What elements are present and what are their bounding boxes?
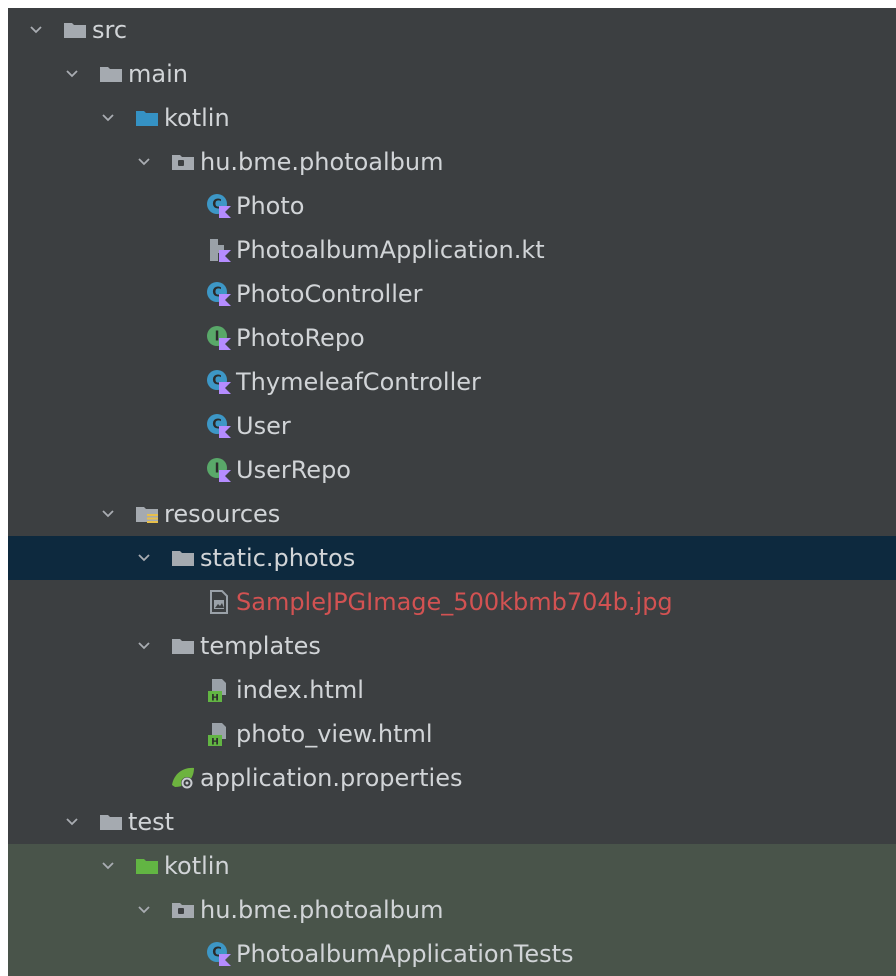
svg-text:I: I [215, 330, 220, 345]
tree-item-label: UserRepo [236, 456, 351, 484]
svg-text:H: H [211, 738, 219, 748]
folder-icon [170, 633, 196, 659]
tree-row-resources[interactable]: resources [8, 492, 896, 536]
tree-row-userrepo[interactable]: I UserRepo [8, 448, 896, 492]
expand-chevron[interactable] [134, 140, 154, 184]
project-tree-panel: src main kotlin hu.bme.photoalbum C Phot… [8, 8, 896, 976]
kotlin-class-icon: C [206, 281, 232, 307]
tree-item-label: index.html [236, 676, 364, 704]
tree-item-label: SampleJPGImage_500kbmb704b.jpg [236, 588, 673, 616]
expand-chevron[interactable] [26, 8, 46, 52]
expand-chevron[interactable] [98, 96, 118, 140]
tree-item-label: hu.bme.photoalbum [200, 148, 444, 176]
tree-item-label: src [92, 16, 128, 44]
tree-row-templates[interactable]: templates [8, 624, 896, 668]
expand-chevron[interactable] [134, 624, 154, 668]
tree-item-label: photo_view.html [236, 720, 433, 748]
tree-item-label: ThymeleafController [236, 368, 481, 396]
tree-item-label: resources [164, 500, 281, 528]
tree-row-thymeleafcontroller[interactable]: C ThymeleafController [8, 360, 896, 404]
package-icon [170, 149, 196, 175]
tree-row-index-html[interactable]: H index.html [8, 668, 896, 712]
tree-row-samplejpgimage-500kbmb704b-jpg[interactable]: SampleJPGImage_500kbmb704b.jpg [8, 580, 896, 624]
chevron-down-icon [138, 158, 150, 166]
tree-row-user[interactable]: C User [8, 404, 896, 448]
kotlin-class-icon: C [206, 193, 232, 219]
tree-row-test[interactable]: test [8, 800, 896, 844]
kotlin-interface-icon: I [206, 457, 232, 483]
expand-chevron[interactable] [98, 844, 118, 888]
expand-chevron[interactable] [62, 800, 82, 844]
tree-row-kotlin[interactable]: kotlin [8, 96, 896, 140]
tree-item-label: Photo [236, 192, 305, 220]
kotlin-class-icon: C [206, 941, 232, 967]
spring-properties-icon [170, 765, 196, 791]
tree-row-photo-view-html[interactable]: H photo_view.html [8, 712, 896, 756]
folder-icon [98, 809, 124, 835]
chevron-down-icon [138, 642, 150, 650]
tree-row-photoalbumapplication-kt[interactable]: PhotoalbumApplication.kt [8, 228, 896, 272]
tree-item-label: test [128, 808, 175, 836]
kotlin-class-icon: C [206, 369, 232, 395]
tree-row-hu-bme-photoalbum[interactable]: hu.bme.photoalbum [8, 888, 896, 932]
tree-row-photocontroller[interactable]: C PhotoController [8, 272, 896, 316]
chevron-down-icon [102, 114, 114, 122]
chevron-down-icon [66, 70, 78, 78]
tree-item-label: static.photos [200, 544, 356, 572]
tree-row-hu-bme-photoalbum[interactable]: hu.bme.photoalbum [8, 140, 896, 184]
svg-text:H: H [211, 694, 219, 704]
source-folder-icon [134, 105, 160, 131]
kotlin-class-icon: C [206, 413, 232, 439]
tree-item-label: PhotoController [236, 280, 423, 308]
package-icon [170, 897, 196, 923]
tree-item-label: PhotoalbumApplication.kt [236, 236, 545, 264]
image-file-icon [206, 589, 232, 615]
tree-item-label: PhotoRepo [236, 324, 365, 352]
kotlin-file-icon [206, 237, 232, 263]
expand-chevron[interactable] [134, 888, 154, 932]
resources-folder-icon [134, 501, 160, 527]
tree-item-label: templates [200, 632, 321, 660]
html-file-icon: H [206, 721, 232, 747]
tree-row-src[interactable]: src [8, 8, 896, 52]
tree-row-main[interactable]: main [8, 52, 896, 96]
tree-item-label: kotlin [164, 104, 230, 132]
tree-item-label: PhotoalbumApplicationTests [236, 940, 574, 968]
tree-item-label: application.properties [200, 764, 463, 792]
folder-icon [98, 61, 124, 87]
folder-icon [170, 545, 196, 571]
expand-chevron[interactable] [134, 536, 154, 580]
test-folder-icon [134, 853, 160, 879]
tree-row-static-photos[interactable]: static.photos [8, 536, 896, 580]
expand-chevron[interactable] [98, 492, 118, 536]
tree-item-label: hu.bme.photoalbum [200, 896, 444, 924]
chevron-down-icon [30, 26, 42, 34]
tree-row-photo[interactable]: C Photo [8, 184, 896, 228]
tree-row-application-properties[interactable]: application.properties [8, 756, 896, 800]
html-file-icon: H [206, 677, 232, 703]
expand-chevron[interactable] [62, 52, 82, 96]
tree-item-label: kotlin [164, 852, 230, 880]
chevron-down-icon [66, 818, 78, 826]
tree-item-label: main [128, 60, 188, 88]
folder-icon [62, 17, 88, 43]
chevron-down-icon [138, 906, 150, 914]
chevron-down-icon [102, 862, 114, 870]
chevron-down-icon [102, 510, 114, 518]
chevron-down-icon [138, 554, 150, 562]
svg-text:I: I [215, 462, 220, 477]
tree-row-photorepo[interactable]: I PhotoRepo [8, 316, 896, 360]
tree-row-photoalbumapplicationtests[interactable]: C PhotoalbumApplicationTests [8, 932, 896, 976]
kotlin-interface-icon: I [206, 325, 232, 351]
tree-row-kotlin[interactable]: kotlin [8, 844, 896, 888]
tree-item-label: User [236, 412, 291, 440]
